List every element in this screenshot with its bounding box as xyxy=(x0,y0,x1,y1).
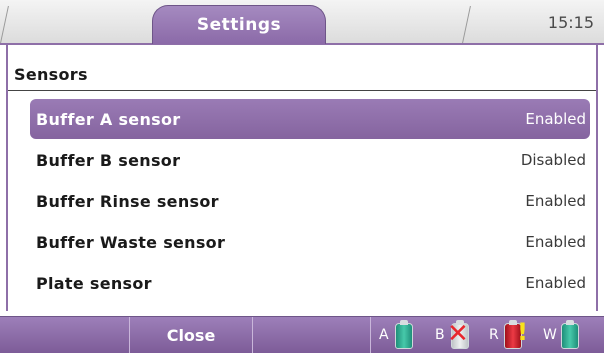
section-title: Sensors xyxy=(14,65,88,84)
sensor-status: Disabled xyxy=(520,151,586,169)
sensor-status: Enabled xyxy=(525,192,586,210)
list-item[interactable]: Buffer Waste sensor Enabled xyxy=(30,222,590,262)
warning-icon: ! xyxy=(517,318,528,346)
bottle-a-label: A xyxy=(379,327,389,343)
bottle-teal-icon xyxy=(395,320,413,349)
bottle-w-label: W xyxy=(543,327,557,343)
list-item[interactable]: Buffer A sensor Enabled xyxy=(30,99,590,139)
top-tab-bar: Settings 15:15 xyxy=(0,0,604,45)
sensor-status: Enabled xyxy=(525,110,586,128)
sensor-label: Buffer Waste sensor xyxy=(36,232,226,252)
bottle-teal-icon xyxy=(561,320,579,349)
clock: 15:15 xyxy=(547,13,594,32)
bottle-status-area: A B ✕ R ! W xyxy=(373,317,604,353)
sensor-label: Buffer Rinse sensor xyxy=(36,191,219,211)
sensor-label: Buffer B sensor xyxy=(36,150,181,170)
x-icon: ✕ xyxy=(447,319,469,349)
sensor-list: Buffer A sensor Enabled Buffer B sensor … xyxy=(30,99,590,304)
sensor-label: Buffer A sensor xyxy=(36,109,181,129)
list-item[interactable]: Plate sensor Enabled xyxy=(30,263,590,303)
list-item[interactable]: Buffer Rinse sensor Enabled xyxy=(30,181,590,221)
tab-divider xyxy=(448,6,471,43)
list-item[interactable]: Buffer B sensor Disabled xyxy=(30,140,590,180)
blank-button-left[interactable] xyxy=(0,317,130,353)
bottle-b-label: B xyxy=(435,327,445,343)
bottom-bar: Close A B ✕ R ! W xyxy=(0,316,604,353)
bottle-r-label: R xyxy=(489,327,499,343)
tab-left-edge xyxy=(0,6,23,43)
tab-settings[interactable]: Settings xyxy=(152,5,326,44)
close-button[interactable]: Close xyxy=(130,317,253,353)
sensors-panel: Sensors Buffer A sensor Enabled Buffer B… xyxy=(6,45,598,311)
sensor-label: Plate sensor xyxy=(36,273,152,293)
sensor-status: Enabled xyxy=(525,274,586,292)
sensor-status: Enabled xyxy=(525,233,586,251)
section-divider xyxy=(8,90,596,91)
blank-button-right[interactable] xyxy=(253,317,371,353)
